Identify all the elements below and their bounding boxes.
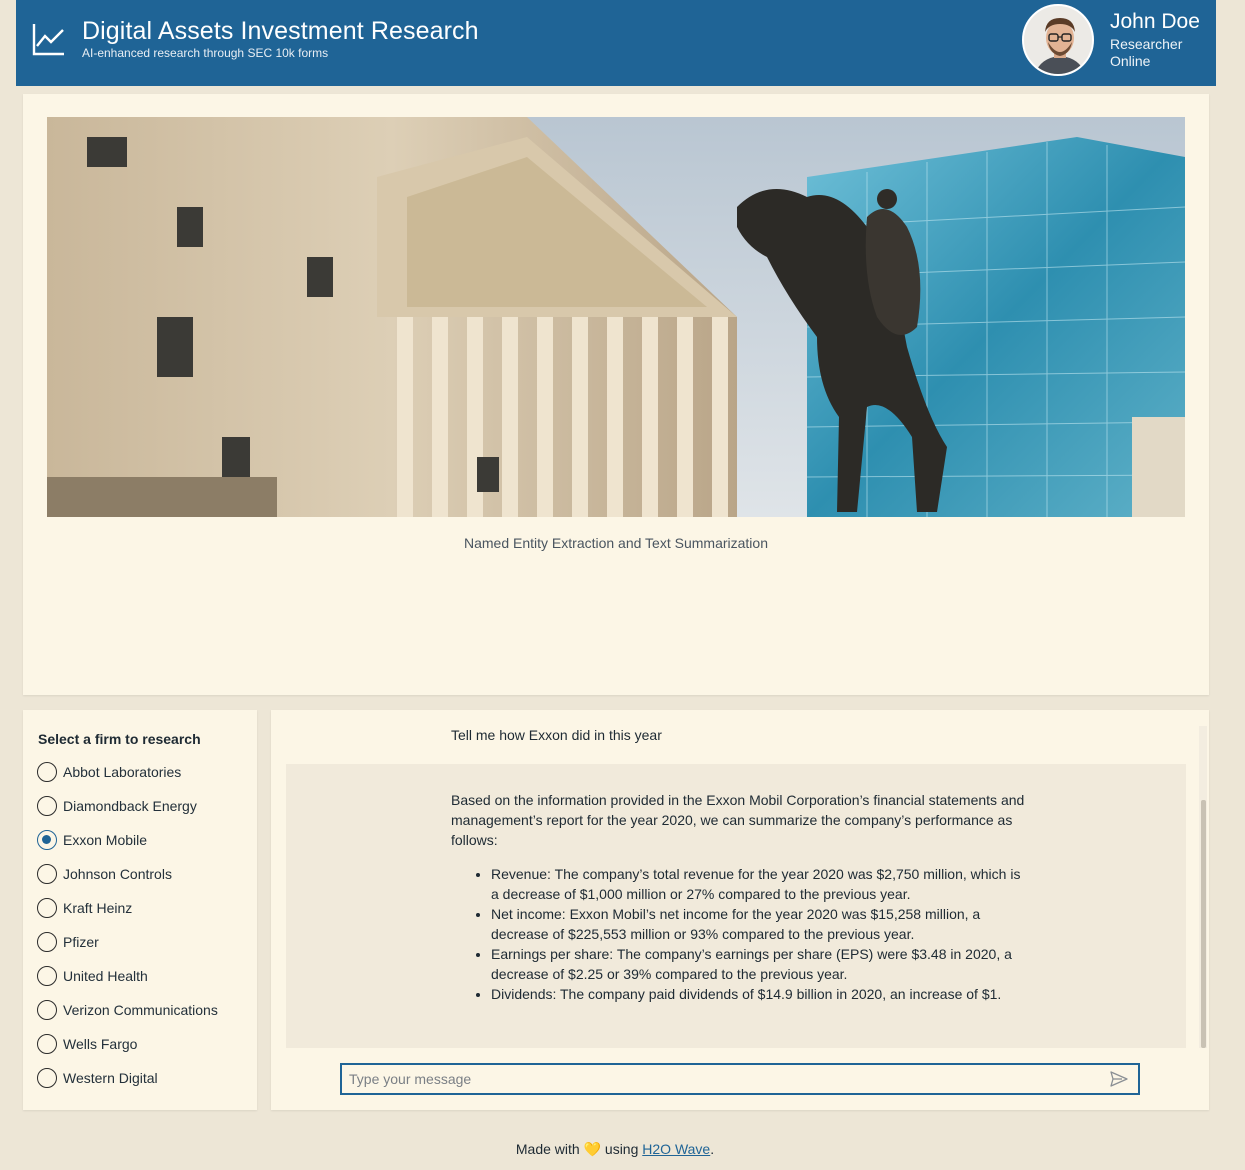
- heart-icon: 💛: [583, 1141, 602, 1157]
- app-header: Digital Assets Investment Research AI-en…: [16, 0, 1216, 86]
- radio-button-selected[interactable]: [37, 830, 57, 850]
- firm-option-label: Johnson Controls: [63, 866, 172, 882]
- bot-message-point: Earnings per share: The company’s earnin…: [491, 944, 1026, 984]
- bank-building-statue-photo: [47, 117, 1185, 517]
- radio-button[interactable]: [37, 898, 57, 918]
- bot-message-point: Revenue: The company’s total revenue for…: [491, 864, 1026, 904]
- firm-option[interactable]: Diamondback Energy: [37, 795, 218, 829]
- firm-option[interactable]: Abbot Laboratories: [37, 761, 218, 795]
- radio-button[interactable]: [37, 796, 57, 816]
- firm-option-label: Exxon Mobile: [63, 832, 148, 848]
- firm-option[interactable]: Kraft Heinz: [37, 897, 218, 931]
- radio-button[interactable]: [37, 932, 57, 952]
- firm-option-label: United Health: [63, 968, 148, 984]
- firm-option-label: Pfizer: [63, 934, 99, 950]
- avatar-portrait-icon: [1024, 6, 1092, 74]
- footer-middle: using: [604, 1141, 639, 1157]
- radio-button[interactable]: [37, 762, 57, 782]
- firm-option[interactable]: United Health: [37, 965, 218, 999]
- chat-scrollbar-thumb[interactable]: [1201, 800, 1206, 1048]
- firm-option[interactable]: Pfizer: [37, 931, 218, 965]
- radio-button[interactable]: [37, 1068, 57, 1088]
- firm-option[interactable]: Johnson Controls: [37, 863, 218, 897]
- footer: Made with 💛 using H2O Wave.: [0, 1141, 1230, 1158]
- firm-option[interactable]: Verizon Communications: [37, 999, 218, 1033]
- footer-suffix: .: [710, 1141, 715, 1157]
- app-title: Digital Assets Investment Research: [82, 17, 479, 45]
- user-name: John Doe: [1110, 10, 1200, 33]
- send-icon[interactable]: [1110, 1071, 1128, 1087]
- bot-message-text: Based on the information provided in the…: [451, 790, 1026, 1004]
- firm-option-label: Wells Fargo: [63, 1036, 138, 1052]
- firm-option[interactable]: Wells Fargo: [37, 1033, 218, 1067]
- user-role: Researcher: [1110, 36, 1183, 52]
- radio-button[interactable]: [37, 966, 57, 986]
- firm-option-label: Western Digital: [63, 1070, 158, 1086]
- firm-option-label: Verizon Communications: [63, 1002, 218, 1018]
- chat-input-box: [340, 1063, 1140, 1095]
- chat-message-input[interactable]: [342, 1065, 1102, 1093]
- line-chart-icon: [32, 24, 64, 56]
- firm-option[interactable]: Exxon Mobile: [37, 829, 218, 863]
- radio-button[interactable]: [37, 864, 57, 884]
- bot-message-point: Net income: Exxon Mobil’s net income for…: [491, 904, 1026, 944]
- firm-selector-card: Select a firm to research Abbot Laborato…: [23, 710, 257, 1110]
- hero-caption: Named Entity Extraction and Text Summari…: [464, 535, 768, 551]
- user-chat-message: Tell me how Exxon did in this year: [451, 727, 662, 743]
- user-avatar[interactable]: [1022, 4, 1094, 76]
- firm-option[interactable]: Western Digital: [37, 1067, 218, 1101]
- hero-card: Named Entity Extraction and Text Summari…: [23, 94, 1209, 695]
- bot-message-point: Dividends: The company paid dividends of…: [491, 984, 1026, 1004]
- bot-message-list: Revenue: The company’s total revenue for…: [451, 864, 1026, 1004]
- radio-button[interactable]: [37, 1034, 57, 1054]
- firm-option-label: Kraft Heinz: [63, 900, 133, 916]
- radio-button[interactable]: [37, 1000, 57, 1020]
- firm-selector-heading: Select a firm to research: [38, 731, 201, 747]
- bot-message-intro: Based on the information provided in the…: [451, 792, 1025, 848]
- h2o-wave-link[interactable]: H2O Wave: [642, 1141, 710, 1157]
- app-subtitle: AI-enhanced research through SEC 10k for…: [82, 46, 329, 60]
- footer-prefix: Made with: [515, 1141, 580, 1157]
- chat-scrollbar[interactable]: [1199, 726, 1207, 1048]
- hero-image: [47, 117, 1185, 517]
- firm-option-label: Abbot Laboratories: [63, 764, 182, 780]
- bot-chat-message: Based on the information provided in the…: [286, 764, 1186, 1048]
- firm-radio-group: Abbot Laboratories Diamondback Energy Ex…: [37, 761, 218, 1101]
- user-status: Online: [1110, 53, 1151, 69]
- firm-option-label: Diamondback Energy: [63, 798, 197, 814]
- chat-card: Tell me how Exxon did in this year Based…: [271, 710, 1209, 1110]
